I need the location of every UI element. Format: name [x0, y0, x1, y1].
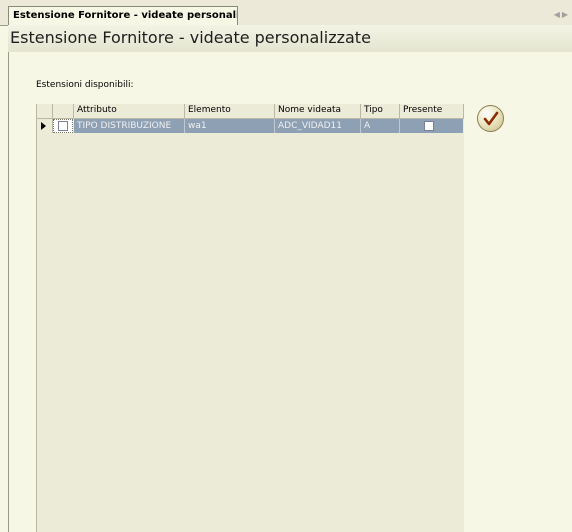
- available-extensions-label: Estensioni disponibili:: [36, 80, 134, 90]
- column-header-tipo[interactable]: Tipo: [361, 104, 400, 118]
- presente-checkbox[interactable]: [424, 121, 434, 131]
- extensions-grid: Attributo Elemento Nome videata Tipo Pre…: [36, 104, 464, 532]
- column-header-attributo[interactable]: Attributo: [74, 104, 185, 118]
- tab-scroll-arrows-icon[interactable]: ◀▶: [554, 10, 570, 19]
- column-header-elemento[interactable]: Elemento: [185, 104, 275, 118]
- checkmark-icon: [483, 111, 498, 125]
- cell-attributo[interactable]: TIPO DISTRIBUZIONE: [74, 119, 185, 133]
- tab-strip: Estensione Fornitore - videate personali…: [0, 0, 572, 26]
- page-title: Estensione Fornitore - videate personali…: [10, 28, 371, 47]
- confirm-button[interactable]: [477, 105, 504, 132]
- column-header-presente[interactable]: Presente: [400, 104, 464, 118]
- column-header-nome-videata[interactable]: Nome videata: [275, 104, 361, 118]
- header-check-cell: [53, 104, 74, 118]
- cell-presente[interactable]: [400, 119, 463, 133]
- grid-header: Attributo Elemento Nome videata Tipo Pre…: [37, 104, 464, 119]
- cell-nome-videata[interactable]: ADC_VIDAD11: [275, 119, 361, 133]
- tab-estensione-fornitore[interactable]: Estensione Fornitore - videate personali…: [8, 6, 238, 25]
- row-select-cell[interactable]: [53, 119, 73, 133]
- page-header: Estensione Fornitore - videate personali…: [8, 25, 572, 52]
- row-select-checkbox[interactable]: [58, 121, 68, 131]
- cell-tipo[interactable]: A: [361, 119, 400, 133]
- app-window: Estensione Fornitore - videate personali…: [0, 0, 572, 532]
- row-pointer-icon[interactable]: [37, 119, 53, 133]
- panel-border: [8, 25, 9, 532]
- header-indicator-cell: [37, 104, 53, 118]
- table-row[interactable]: TIPO DISTRIBUZIONE wa1 ADC_VIDAD11 A: [37, 119, 464, 133]
- cell-elemento[interactable]: wa1: [185, 119, 275, 133]
- row-data[interactable]: TIPO DISTRIBUZIONE wa1 ADC_VIDAD11 A: [74, 119, 463, 133]
